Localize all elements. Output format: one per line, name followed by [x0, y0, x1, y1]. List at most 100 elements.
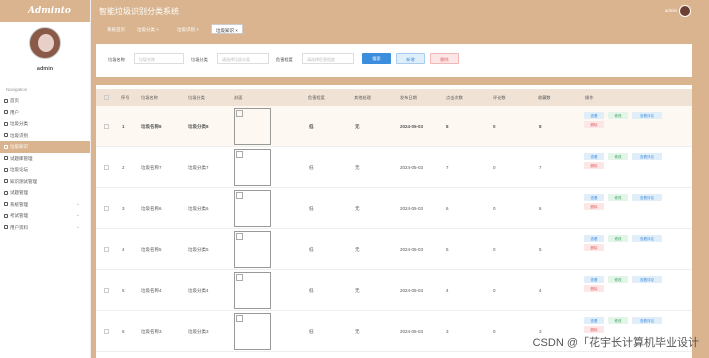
view-button[interactable]: 查看	[584, 235, 604, 242]
table-row[interactable]: 4 垃圾名称5 垃圾分类5 低 无 2024-05-03 5 0 5 查看 修改 查看评论 删除	[96, 229, 692, 270]
danger-label: 危害程度	[276, 57, 293, 62]
sidebar-item-home[interactable]: 首页	[0, 95, 90, 107]
view-comments-button[interactable]: 查看评论	[632, 194, 662, 201]
tab-recognition[interactable]: 垃圾识别 ×	[173, 24, 203, 34]
th-name[interactable]: 垃圾名称	[141, 95, 158, 101]
edit-button[interactable]: 修改	[608, 317, 628, 324]
tab-knowledge[interactable]: 垃圾知识 ×	[211, 24, 243, 34]
th-actions: 操作	[585, 95, 594, 100]
top-avatar[interactable]	[679, 5, 691, 17]
th-category[interactable]: 垃圾分类	[188, 95, 205, 101]
sidebar-item-knowledge-test[interactable]: 知识测试管理	[0, 176, 90, 188]
menu-icon	[4, 110, 8, 114]
cell-clicks: 3	[446, 329, 449, 334]
table-row[interactable]: 5 垃圾名称4 垃圾分类4 低 无 2024-05-03 4 0 4 查看 修改 查看评论 删除	[96, 270, 692, 311]
sidebar-item-label: 系统管理	[10, 201, 28, 207]
edit-button[interactable]: 修改	[608, 112, 628, 119]
th-date[interactable]: 发布日期	[400, 95, 417, 101]
cover-image	[234, 190, 271, 227]
name-input[interactable]: 垃圾名称	[134, 53, 184, 64]
menu-icon	[4, 213, 8, 218]
th-danger[interactable]: 危害程度	[308, 95, 325, 101]
edit-button[interactable]: 修改	[608, 276, 628, 283]
sidebar-item-exam[interactable]: 考试管理 ⌄	[0, 210, 90, 222]
cell-name: 垃圾名称8	[141, 124, 162, 129]
row-checkbox[interactable]	[104, 124, 109, 129]
sidebar-item-garbage-knowledge[interactable]: 垃圾知识	[0, 141, 90, 153]
th-comments[interactable]: 评论数	[493, 95, 506, 101]
delete-row-button[interactable]: 删除	[584, 121, 604, 128]
delete-row-button[interactable]: 删除	[584, 244, 604, 251]
view-comments-button[interactable]: 查看评论	[632, 317, 662, 324]
row-checkbox[interactable]	[104, 288, 109, 293]
delete-row-button[interactable]: 删除	[584, 203, 604, 210]
search-button[interactable]: 搜索	[362, 53, 391, 64]
th-favs[interactable]: 收藏数	[538, 95, 551, 101]
avatar	[29, 27, 61, 59]
tab-category[interactable]: 垃圾分类 ×	[133, 24, 163, 34]
cell-favs: 7	[539, 165, 542, 170]
row-checkbox[interactable]	[104, 165, 109, 170]
cell-name: 垃圾名称3	[141, 329, 162, 334]
delete-row-button[interactable]: 删除	[584, 162, 604, 169]
menu-icon	[4, 133, 8, 137]
view-comments-button[interactable]: 查看评论	[632, 276, 662, 283]
sidebar-item-users[interactable]: 用户	[0, 107, 90, 119]
chevron-down-icon: ⌄	[75, 223, 80, 230]
row-checkbox[interactable]	[104, 329, 109, 334]
delete-button[interactable]: 删除	[430, 53, 459, 64]
cell-danger: 低	[309, 247, 314, 252]
cell-comments: 0	[493, 288, 496, 293]
sidebar-item-garbage-recognition[interactable]: 垃圾识别	[0, 130, 90, 142]
cell-date: 2024-05-03	[400, 206, 424, 211]
sidebar-item-question-bank[interactable]: 试题库管理	[0, 153, 90, 165]
table-row[interactable]: 1 垃圾名称8 垃圾分类8 低 无 2024-05-03 8 0 8 查看 修改 查看评论 删除	[96, 106, 692, 147]
th-cover[interactable]: 封面	[234, 95, 242, 101]
sidebar-item-garbage-category[interactable]: 垃圾分类	[0, 118, 90, 130]
brand-logo: Adminto	[0, 0, 90, 22]
view-comments-button[interactable]: 查看评论	[632, 112, 662, 119]
view-comments-button[interactable]: 查看评论	[632, 153, 662, 160]
view-button[interactable]: 查看	[584, 317, 604, 324]
cell-clicks: 6	[446, 206, 449, 211]
data-table: 序号 垃圾名称 垃圾分类 封面 危害程度 其他处理 发布日期 点击次数 评论数 …	[96, 85, 692, 358]
view-button[interactable]: 查看	[584, 153, 604, 160]
delete-row-button[interactable]: 删除	[584, 326, 604, 333]
table-row[interactable]: 3 垃圾名称6 垃圾分类6 低 无 2024-05-03 6 0 6 查看 修改 查看评论 删除	[96, 188, 692, 229]
cell-other: 无	[355, 124, 360, 129]
sidebar-item-system[interactable]: 系统管理 ⌄	[0, 199, 90, 211]
cell-clicks: 7	[446, 165, 449, 170]
danger-select[interactable]: 请选择危害程度	[302, 53, 354, 64]
cell-danger: 低	[309, 288, 314, 293]
view-button[interactable]: 查看	[584, 276, 604, 283]
sidebar-item-forum[interactable]: 垃圾论坛	[0, 164, 90, 176]
table-row[interactable]: 2 垃圾名称7 垃圾分类7 低 无 2024-05-03 7 0 7 查看 修改 查看评论 删除	[96, 147, 692, 188]
edit-button[interactable]: 修改	[608, 194, 628, 201]
filter-panel: 垃圾名称 垃圾名称 垃圾分类 请选择垃圾分类 危害程度 请选择危害程度 搜索 新…	[96, 44, 692, 77]
view-button[interactable]: 查看	[584, 194, 604, 201]
th-clicks[interactable]: 点击次数	[446, 95, 463, 101]
cell-comments: 0	[493, 165, 496, 170]
view-comments-button[interactable]: 查看评论	[632, 235, 662, 242]
add-button[interactable]: 新增	[396, 53, 425, 64]
cover-image	[234, 272, 271, 309]
menu-icon	[4, 121, 8, 126]
edit-button[interactable]: 修改	[608, 235, 628, 242]
row-checkbox[interactable]	[104, 206, 109, 211]
th-other[interactable]: 其他处理	[354, 95, 371, 101]
sidebar-item-profile[interactable]: 用户资料 ⌄	[0, 222, 90, 234]
tab-home[interactable]: 系统首页	[103, 24, 129, 34]
select-all-checkbox[interactable]	[104, 95, 109, 100]
top-user-name[interactable]: admin	[665, 8, 677, 13]
sidebar-item-exam-questions[interactable]: 试题管理	[0, 187, 90, 199]
menu-icon	[4, 167, 8, 172]
th-index[interactable]: 序号	[121, 95, 129, 101]
row-checkbox[interactable]	[104, 247, 109, 252]
view-button[interactable]: 查看	[584, 112, 604, 119]
delete-row-button[interactable]: 删除	[584, 285, 604, 292]
sidebar-item-label: 考试管理	[10, 213, 28, 218]
edit-button[interactable]: 修改	[608, 153, 628, 160]
menu-icon	[4, 144, 8, 149]
cell-cat: 垃圾分类7	[188, 165, 209, 170]
category-select[interactable]: 请选择垃圾分类	[217, 53, 269, 64]
